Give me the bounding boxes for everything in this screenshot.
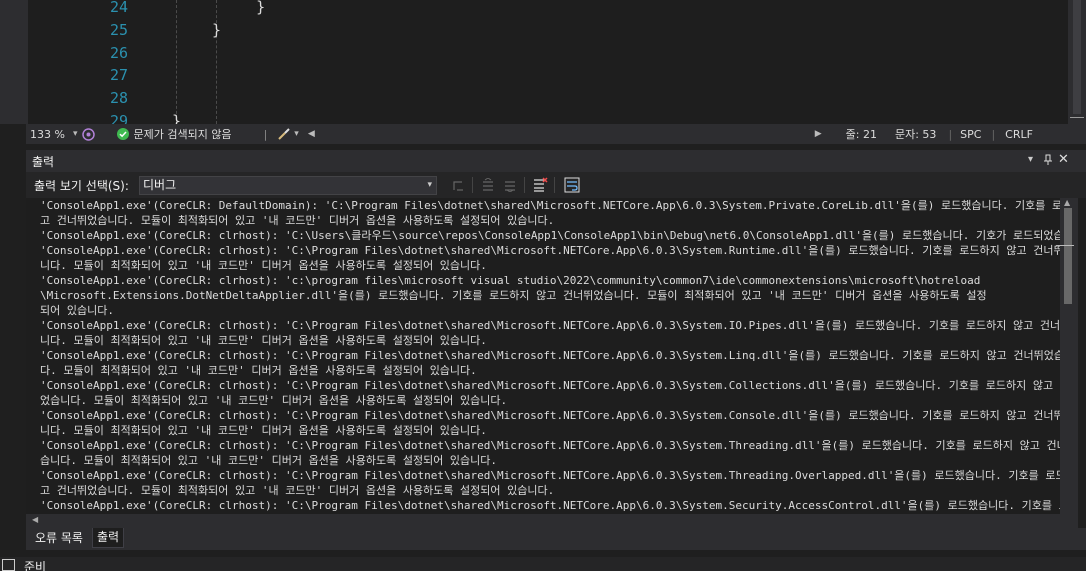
scroll-up-icon[interactable]: ▲	[1064, 198, 1070, 207]
source-value: 디버그	[143, 178, 177, 192]
line-ending-indicator[interactable]: CRLF	[1005, 128, 1033, 141]
char-indicator[interactable]: 문자: 53	[895, 126, 936, 142]
output-horizontal-scrollbar[interactable]: ◀	[26, 514, 1078, 528]
log-line[interactable]: 습니다. 모듈이 최적화되어 있고 '내 코드만' 디버거 옵션을 사용하도록 …	[40, 453, 1060, 468]
line-number: 27	[109, 66, 128, 84]
whitespace-indicator[interactable]: SPC	[960, 128, 981, 141]
scroll-left-icon[interactable]: ◀	[32, 515, 38, 524]
log-line[interactable]: 'ConsoleApp1.exe'(CoreCLR: clrhost): 'C:…	[40, 438, 1060, 453]
find-previous-icon[interactable]	[450, 177, 466, 193]
tab-output[interactable]: 출력	[91, 528, 125, 548]
copilot-icon[interactable]	[81, 127, 95, 141]
app-status-bar: 준비	[0, 557, 1086, 571]
log-line[interactable]: 'ConsoleApp1.exe'(CoreCLR: clrhost): 'C:…	[40, 378, 1060, 393]
code-line[interactable]: 28	[28, 89, 1068, 111]
log-line[interactable]: 'ConsoleApp1.exe'(CoreCLR: clrhost): 'C:…	[40, 408, 1060, 423]
line-number: 24	[109, 0, 128, 16]
log-line[interactable]: 니다. 모듈이 최적화되어 있고 '내 코드만' 디버거 옵션을 사용하도록 설…	[40, 258, 1060, 273]
separator	[472, 177, 473, 193]
log-line[interactable]: 'ConsoleApp1.exe'(CoreCLR: clrhost): 'C:…	[40, 243, 1060, 258]
zoom-dropdown-icon[interactable]: ▾	[73, 129, 78, 139]
issues-status[interactable]: 문제가 검색되지 않음	[133, 126, 231, 142]
code-text[interactable]: }	[212, 21, 221, 39]
editor-status-bar: 133 % ▾ 문제가 검색되지 않음 | ▾ ◀ ▶ 줄: 21 문자: 53…	[26, 124, 1086, 144]
code-line[interactable]: 26	[28, 44, 1068, 66]
code-editor[interactable]: 24 } 25 } 26 27 28 29 }	[0, 0, 1086, 124]
line-indicator[interactable]: 줄: 21	[846, 126, 877, 142]
pin-icon[interactable]	[1043, 152, 1055, 168]
log-line[interactable]: 고 건너뛰었습니다. 모듈이 최적화되어 있고 '내 코드만' 디버거 옵션을 …	[40, 213, 1060, 228]
clear-all-icon[interactable]	[532, 177, 548, 193]
separator	[554, 177, 555, 193]
log-line[interactable]: 'ConsoleApp1.exe'(CoreCLR: clrhost): 'C:…	[40, 468, 1060, 483]
scroll-marker	[1056, 245, 1074, 246]
output-panel-header: 출력 ▾ ✕	[26, 150, 1086, 172]
source-label: 출력 보기 선택(S):	[34, 179, 129, 193]
output-log[interactable]: 'ConsoleApp1.exe'(CoreCLR: DefaultDomain…	[26, 198, 1060, 514]
panel-options-icon[interactable]: ▾	[1028, 154, 1033, 165]
log-line[interactable]: 'ConsoleApp1.exe'(CoreCLR: clrhost): 'C:…	[40, 498, 1060, 513]
chevron-down-icon[interactable]: ▾	[427, 177, 432, 194]
log-line[interactable]: 'ConsoleApp1.exe'(CoreCLR: clrhost): 'C:…	[40, 348, 1060, 363]
log-line[interactable]: 'ConsoleApp1.exe'(CoreCLR: clrhost): 'C:…	[40, 228, 1060, 243]
code-line[interactable]: 25 }	[28, 21, 1068, 43]
status-text: 준비	[24, 560, 47, 571]
separator: |	[948, 127, 953, 141]
scroll-left-icon[interactable]: ◀	[308, 129, 315, 139]
scroll-right-icon[interactable]: ▶	[815, 129, 822, 139]
line-number: 25	[109, 21, 128, 39]
log-line[interactable]: 고 건너뛰었습니다. 모듈이 최적화되어 있고 '내 코드만' 디버거 옵션을 …	[40, 483, 1060, 498]
tool-window-tabs: 오류 목록 출력	[26, 528, 1086, 550]
log-line[interactable]: 되어 있습니다.	[40, 303, 1060, 318]
output-toolbar: 출력 보기 선택(S): 디버그 ▾	[26, 172, 1086, 198]
editor-margin	[0, 0, 28, 124]
code-line[interactable]: 27	[28, 66, 1068, 88]
output-vertical-scrollbar[interactable]: ▲	[1056, 198, 1078, 514]
log-line[interactable]: 었습니다. 모듈이 최적화되어 있고 '내 코드만' 디버거 옵션을 사용하도록…	[40, 393, 1060, 408]
scroll-marker	[1070, 117, 1084, 118]
line-number: 26	[109, 44, 128, 62]
log-line[interactable]: 'ConsoleApp1.exe'(CoreCLR: clrhost): 'c:…	[40, 273, 1060, 288]
code-line[interactable]: 24 }	[28, 0, 1068, 20]
zoom-level[interactable]: 133 %	[30, 128, 65, 141]
code-line[interactable]: 29 }	[28, 112, 1068, 124]
code-text[interactable]: }	[172, 112, 181, 124]
log-line[interactable]: 'ConsoleApp1.exe'(CoreCLR: clrhost): 'C:…	[40, 318, 1060, 333]
log-line[interactable]: 니다. 모듈이 최적화되어 있고 '내 코드만' 디버거 옵션을 사용하도록 설…	[40, 333, 1060, 348]
go-to-next-message-icon[interactable]	[502, 177, 518, 193]
go-to-previous-message-icon[interactable]	[480, 177, 496, 193]
separator	[524, 177, 525, 193]
code-cleanup-icon[interactable]	[277, 127, 291, 141]
line-number: 28	[109, 89, 128, 107]
separator: |	[991, 127, 996, 141]
log-line[interactable]: 다. 모듈이 최적화되어 있고 '내 코드만' 디버거 옵션을 사용하도록 설정…	[40, 363, 1060, 378]
tab-error-list[interactable]: 오류 목록	[30, 528, 88, 548]
scrollbar-thumb[interactable]	[1073, 0, 1081, 114]
log-line[interactable]: 'ConsoleApp1.exe'(CoreCLR: DefaultDomain…	[40, 198, 1060, 213]
line-number: 29	[109, 112, 128, 124]
check-circle-icon	[117, 128, 130, 140]
status-icon	[2, 559, 15, 571]
cleanup-dropdown-icon[interactable]: ▾	[294, 129, 299, 139]
output-source-select[interactable]: 디버그 ▾	[139, 176, 437, 195]
panel-title: 출력	[32, 154, 55, 169]
word-wrap-icon[interactable]	[564, 177, 580, 193]
code-text[interactable]: }	[220, 0, 265, 16]
log-line[interactable]: 니다. 모듈이 최적화되어 있고 '내 코드만' 디버거 옵션을 사용하도록 설…	[40, 423, 1060, 438]
code-lines[interactable]: 24 } 25 } 26 27 28 29 }	[28, 0, 1068, 124]
scrollbar-thumb[interactable]	[1064, 208, 1072, 304]
log-line[interactable]: \Microsoft.Extensions.DotNetDeltaApplier…	[40, 288, 1060, 303]
separator: |	[263, 127, 268, 141]
close-icon[interactable]: ✕	[1058, 152, 1069, 167]
editor-vertical-scrollbar[interactable]	[1068, 0, 1086, 124]
